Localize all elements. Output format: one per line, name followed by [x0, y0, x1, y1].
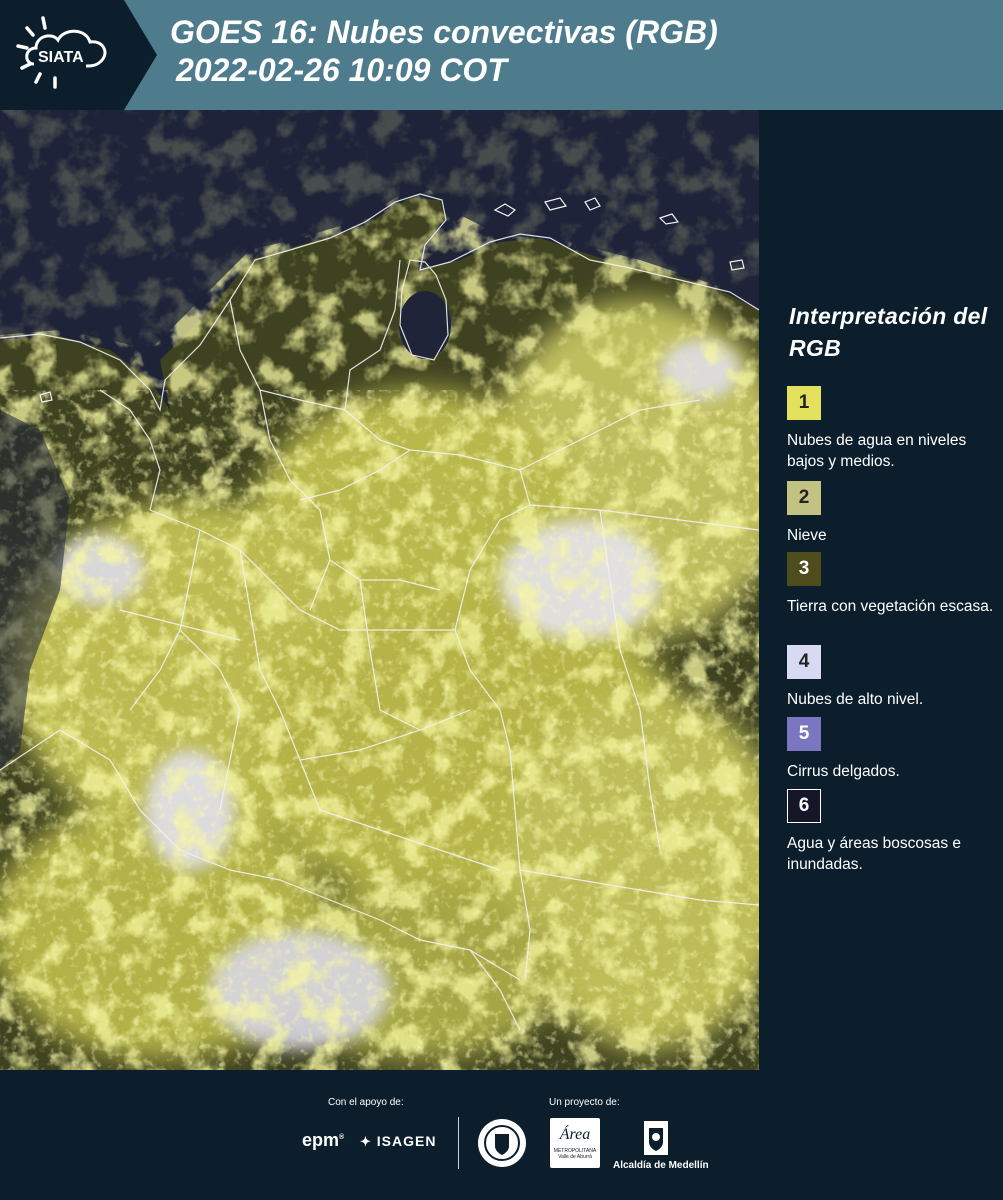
isagen-logo: ✦ ISAGEN [360, 1133, 436, 1150]
legend-label: Nubes de alto nivel. [787, 691, 924, 708]
area-logo-text: Área [559, 1126, 591, 1143]
legend-swatch: 1 [787, 386, 821, 420]
area-metropolitana-logo: Área METROPOLITANA Valle de Aburrá [550, 1118, 600, 1168]
legend-swatch: 3 [787, 552, 821, 586]
legend-item: 3 Tierra con vegetación escasa. [787, 552, 997, 617]
isagen-logo-text: ISAGEN [376, 1133, 437, 1149]
legend-item: 6 Agua y áreas boscosas e inundadas. [787, 789, 997, 875]
footer: Con el apoyo de: Un proyecto de: epm® ✦ … [0, 1070, 1003, 1200]
legend-label: Tierra con vegetación escasa. [787, 598, 994, 615]
legend-label: Nubes de agua en niveles bajos y medios. [787, 432, 967, 470]
legend-label: Cirrus delgados. [787, 763, 900, 780]
page-timestamp: 2022-02-26 10:09 COT [176, 52, 507, 88]
alcaldia-shield-icon [643, 1120, 669, 1161]
legend-panel: Interpretación del RGB 1 Nubes de agua e… [759, 110, 1003, 1070]
support-label: Con el apoyo de: [328, 1097, 404, 1108]
page-title: GOES 16: Nubes convectivas (RGB) [170, 14, 718, 50]
legend-label: Nieve [787, 527, 827, 544]
legend-swatch: 4 [787, 645, 821, 679]
epm-logo: epm® [302, 1130, 345, 1150]
epm-logo-text: epm [302, 1130, 340, 1150]
isagen-mark-icon: ✦ [360, 1134, 372, 1149]
siata-logo: SIATA [0, 0, 158, 110]
siata-logo-text: SIATA [38, 49, 84, 66]
satellite-rgb-map [0, 110, 759, 1070]
legend-swatch: 6 [787, 789, 821, 823]
legend-label: Agua y áreas boscosas e inundadas. [787, 835, 962, 873]
header-bar: SIATA GOES 16: Nubes convectivas (RGB) 2… [0, 0, 1003, 110]
area-logo-subtext-2: Valle de Aburrá [558, 1154, 592, 1160]
alcaldia-logo-text: Alcaldía de Medellín [613, 1160, 709, 1171]
legend-item: 4 Nubes de alto nivel. [787, 645, 997, 710]
legend-title: Interpretación del RGB [789, 303, 988, 361]
footer-divider [458, 1117, 459, 1169]
legend-swatch: 5 [787, 717, 821, 751]
legend-item: 2 Nieve [787, 481, 997, 546]
satellite-image [0, 110, 759, 1070]
legend-item: 5 Cirrus delgados. [787, 717, 997, 782]
medellin-seal-logo [477, 1118, 527, 1173]
project-label: Un proyecto de: [549, 1097, 620, 1108]
legend-item: 1 Nubes de agua en niveles bajos y medio… [787, 386, 997, 472]
legend-swatch: 2 [787, 481, 821, 515]
